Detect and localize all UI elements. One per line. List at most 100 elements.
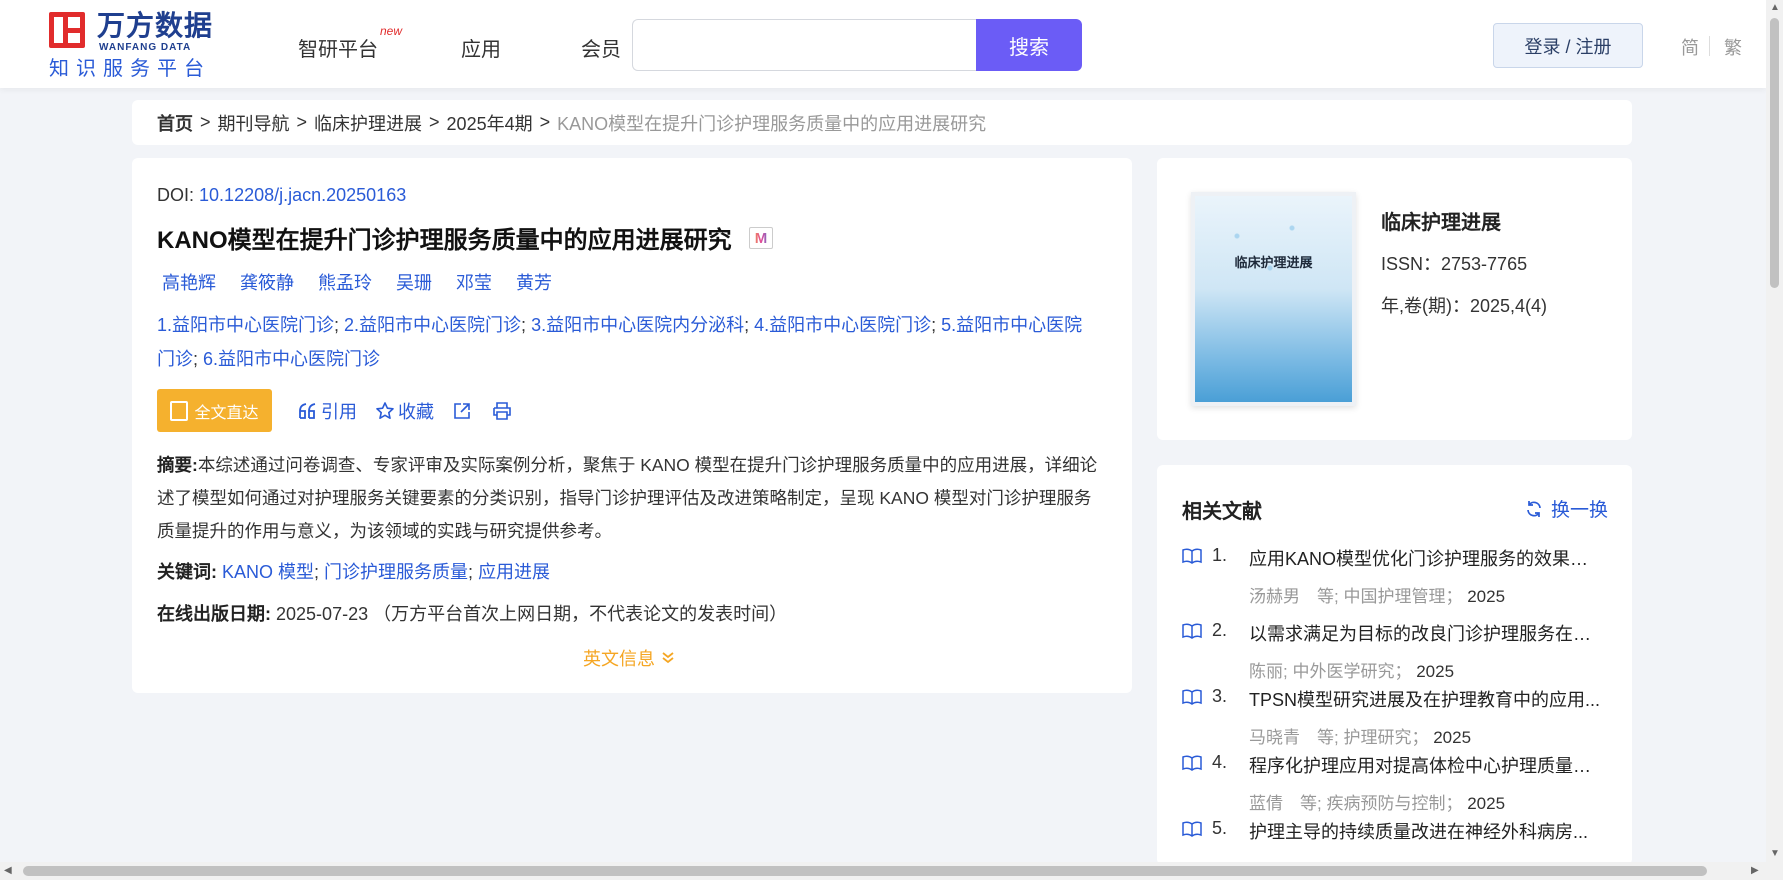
fulltext-label: 全文直达 — [194, 404, 259, 422]
item-year: 2025 — [1416, 662, 1455, 681]
fulltext-button[interactable]: 全文直达 — [157, 389, 272, 432]
scroll-up-arrow-icon[interactable]: ▲ — [1770, 2, 1780, 13]
book-icon — [1182, 689, 1202, 705]
keyword-link[interactable]: KANO 模型 — [222, 562, 314, 582]
item-source[interactable]: 护理研究； — [1343, 728, 1428, 747]
article-title: KANO模型在提升门诊护理服务质量中的应用进展研究 — [157, 227, 732, 254]
list-item: 4. 程序化护理应用对提高体检中心护理质量的... 蓝倩 等; 疾病预防与控制；… — [1182, 752, 1622, 818]
nav-apps[interactable]: 应用 — [461, 33, 501, 62]
favorite-button[interactable]: 收藏 — [375, 398, 434, 424]
lang-simplified[interactable]: 简 — [1681, 34, 1699, 60]
breadcrumb-separator: > — [200, 112, 211, 132]
lang-traditional[interactable]: 繁 — [1724, 34, 1742, 60]
cite-label: 引用 — [321, 401, 357, 422]
keywords: 关键词: KANO 模型; 门诊护理服务质量; 应用进展 — [157, 562, 551, 582]
nav-member[interactable]: 会员 — [581, 33, 621, 62]
author-link[interactable]: 吴珊 — [396, 269, 432, 295]
related-item-title[interactable]: TPSN模型研究进展及在护理教育中的应用... — [1249, 686, 1604, 712]
keyword-link[interactable]: 应用进展 — [478, 562, 550, 582]
item-source[interactable]: 疾病预防与控制； — [1326, 794, 1462, 813]
item-source[interactable]: 中国护理管理； — [1343, 587, 1462, 606]
book-icon — [1182, 623, 1202, 639]
horizontal-scrollbar[interactable]: ◀ ▶ — [0, 862, 1783, 880]
share-icon — [454, 402, 470, 419]
print-button[interactable] — [492, 401, 512, 421]
refresh-label: 换一换 — [1551, 500, 1609, 521]
scroll-left-arrow-icon[interactable]: ◀ — [4, 865, 12, 876]
item-authors: 马晓青 等; — [1249, 728, 1339, 747]
item-number: 4. — [1212, 752, 1228, 772]
vertical-scrollbar[interactable]: ▲ ▼ — [1766, 0, 1783, 862]
refresh-icon — [1527, 500, 1541, 517]
author-link[interactable]: 龚筱静 — [240, 269, 294, 295]
breadcrumb-issue[interactable]: 2025年4期 — [447, 110, 533, 136]
related-title: 相关文献 — [1182, 501, 1262, 523]
share-button[interactable] — [452, 401, 472, 421]
item-year: 2025 — [1433, 728, 1472, 747]
logo-cn-text: 万方数据 — [97, 10, 214, 41]
related-list: 1. 应用KANO模型优化门诊护理服务的效果研究 汤赫男 等; 中国护理管理； … — [1182, 545, 1622, 865]
author-link[interactable]: 黄芳 — [516, 269, 552, 295]
journal-cover-image[interactable]: 临床护理进展 — [1191, 192, 1356, 406]
logo-mark-icon — [49, 12, 85, 48]
breadcrumb-home[interactable]: 首页 — [157, 110, 193, 136]
journal-volume: 年,卷(期)：2025,4(4) — [1381, 296, 1548, 316]
logo-sub-text: 知识服务平台 — [49, 58, 211, 80]
search-input[interactable] — [632, 19, 977, 71]
metrics-badge-icon[interactable]: M — [749, 227, 773, 249]
nav-zhiyan[interactable]: 智研平台 — [298, 33, 378, 62]
item-number: 2. — [1212, 620, 1228, 640]
pubdate-label: 在线出版日期: — [157, 604, 271, 624]
article-actions: 全文直达 引用 收藏 — [157, 389, 512, 432]
breadcrumb-separator: > — [296, 112, 308, 132]
breadcrumb-journal[interactable]: 临床护理进展 — [314, 110, 422, 136]
author-link[interactable]: 邓莹 — [456, 269, 492, 295]
related-item-title[interactable]: 以需求满足为目标的改良门诊护理服务在门... — [1249, 620, 1604, 646]
article-card: DOI: 10.12208/j.jacn.20250163 KANO模型在提升门… — [132, 158, 1132, 693]
item-year: 2025 — [1467, 587, 1506, 606]
author-list: 高艳辉 龚筱静 熊孟玲 吴珊 邓莹 黄芳 — [162, 269, 576, 295]
login-register-button[interactable]: 登录 / 注册 — [1493, 23, 1643, 68]
breadcrumb: 首页 > 期刊导航 > 临床护理进展 > 2025年4期 > KANO模型在提升… — [132, 100, 1632, 145]
keywords-label: 关键词: — [157, 562, 217, 582]
quote-icon — [299, 402, 316, 419]
list-item: 5. 护理主导的持续质量改进在神经外科病房... — [1182, 818, 1622, 865]
related-item-title[interactable]: 程序化护理应用对提高体检中心护理质量的... — [1249, 752, 1604, 778]
affiliation-link[interactable]: 6.益阳市中心医院门诊 — [203, 349, 380, 369]
journal-issn: ISSN：2753-7765 — [1381, 254, 1528, 274]
search-button[interactable]: 搜索 — [976, 19, 1082, 71]
affiliation-link[interactable]: 2.益阳市中心医院门诊 — [344, 315, 521, 335]
breadcrumb-separator: > — [539, 112, 551, 132]
wanfang-logo[interactable]: 万方数据 WANFANG DATA 知识服务平台 — [49, 11, 219, 81]
list-item: 3. TPSN模型研究进展及在护理教育中的应用... 马晓青 等; 护理研究； … — [1182, 686, 1622, 752]
author-link[interactable]: 熊孟玲 — [318, 269, 372, 295]
english-info-toggle[interactable]: 英文信息 — [583, 645, 675, 671]
affiliation-link[interactable]: 3.益阳市中心医院内分泌科 — [531, 315, 744, 335]
book-icon — [1182, 755, 1202, 771]
keyword-link[interactable]: 门诊护理服务质量 — [324, 562, 468, 582]
item-source[interactable]: 中外医学研究； — [1292, 662, 1411, 681]
horizontal-scroll-thumb[interactable] — [23, 866, 1707, 876]
abstract-text: 本综述通过问卷调查、专家评审及实际案例分析，聚焦于 KANO 模型在提升门诊护理… — [157, 455, 1098, 541]
related-item-title[interactable]: 应用KANO模型优化门诊护理服务的效果研究 — [1249, 545, 1604, 571]
vertical-scroll-thumb[interactable] — [1770, 18, 1779, 288]
doi-label: DOI: — [157, 185, 195, 205]
cite-button[interactable]: 引用 — [298, 398, 357, 424]
scroll-down-arrow-icon[interactable]: ▼ — [1770, 848, 1780, 859]
pubdate-value: 2025-07-23 — [276, 604, 369, 624]
related-item-title[interactable]: 护理主导的持续质量改进在神经外科病房... — [1249, 818, 1604, 844]
affiliation-link[interactable]: 4.益阳市中心医院门诊 — [754, 315, 931, 335]
breadcrumb-journal-nav[interactable]: 期刊导航 — [218, 110, 290, 136]
related-item-meta: 汤赫男 等; 中国护理管理； 2025 — [1249, 582, 1505, 607]
author-link[interactable]: 高艳辉 — [162, 269, 216, 295]
refresh-button[interactable]: 换一换 — [1525, 495, 1608, 522]
affiliation-link[interactable]: 1.益阳市中心医院门诊 — [157, 315, 334, 335]
journal-card: 临床护理进展 临床护理进展 ISSN：2753-7765 年,卷(期)：2025… — [1157, 158, 1632, 440]
list-item: 2. 以需求满足为目标的改良门诊护理服务在门... 陈丽; 中外医学研究； 20… — [1182, 620, 1622, 686]
journal-name[interactable]: 临床护理进展 — [1381, 206, 1501, 235]
breadcrumb-separator: > — [429, 112, 440, 132]
doi-link[interactable]: 10.12208/j.jacn.20250163 — [199, 185, 406, 205]
star-icon — [376, 401, 394, 419]
scroll-right-arrow-icon[interactable]: ▶ — [1751, 865, 1759, 876]
related-item-meta: 陈丽; 中外医学研究； 2025 — [1249, 657, 1454, 682]
